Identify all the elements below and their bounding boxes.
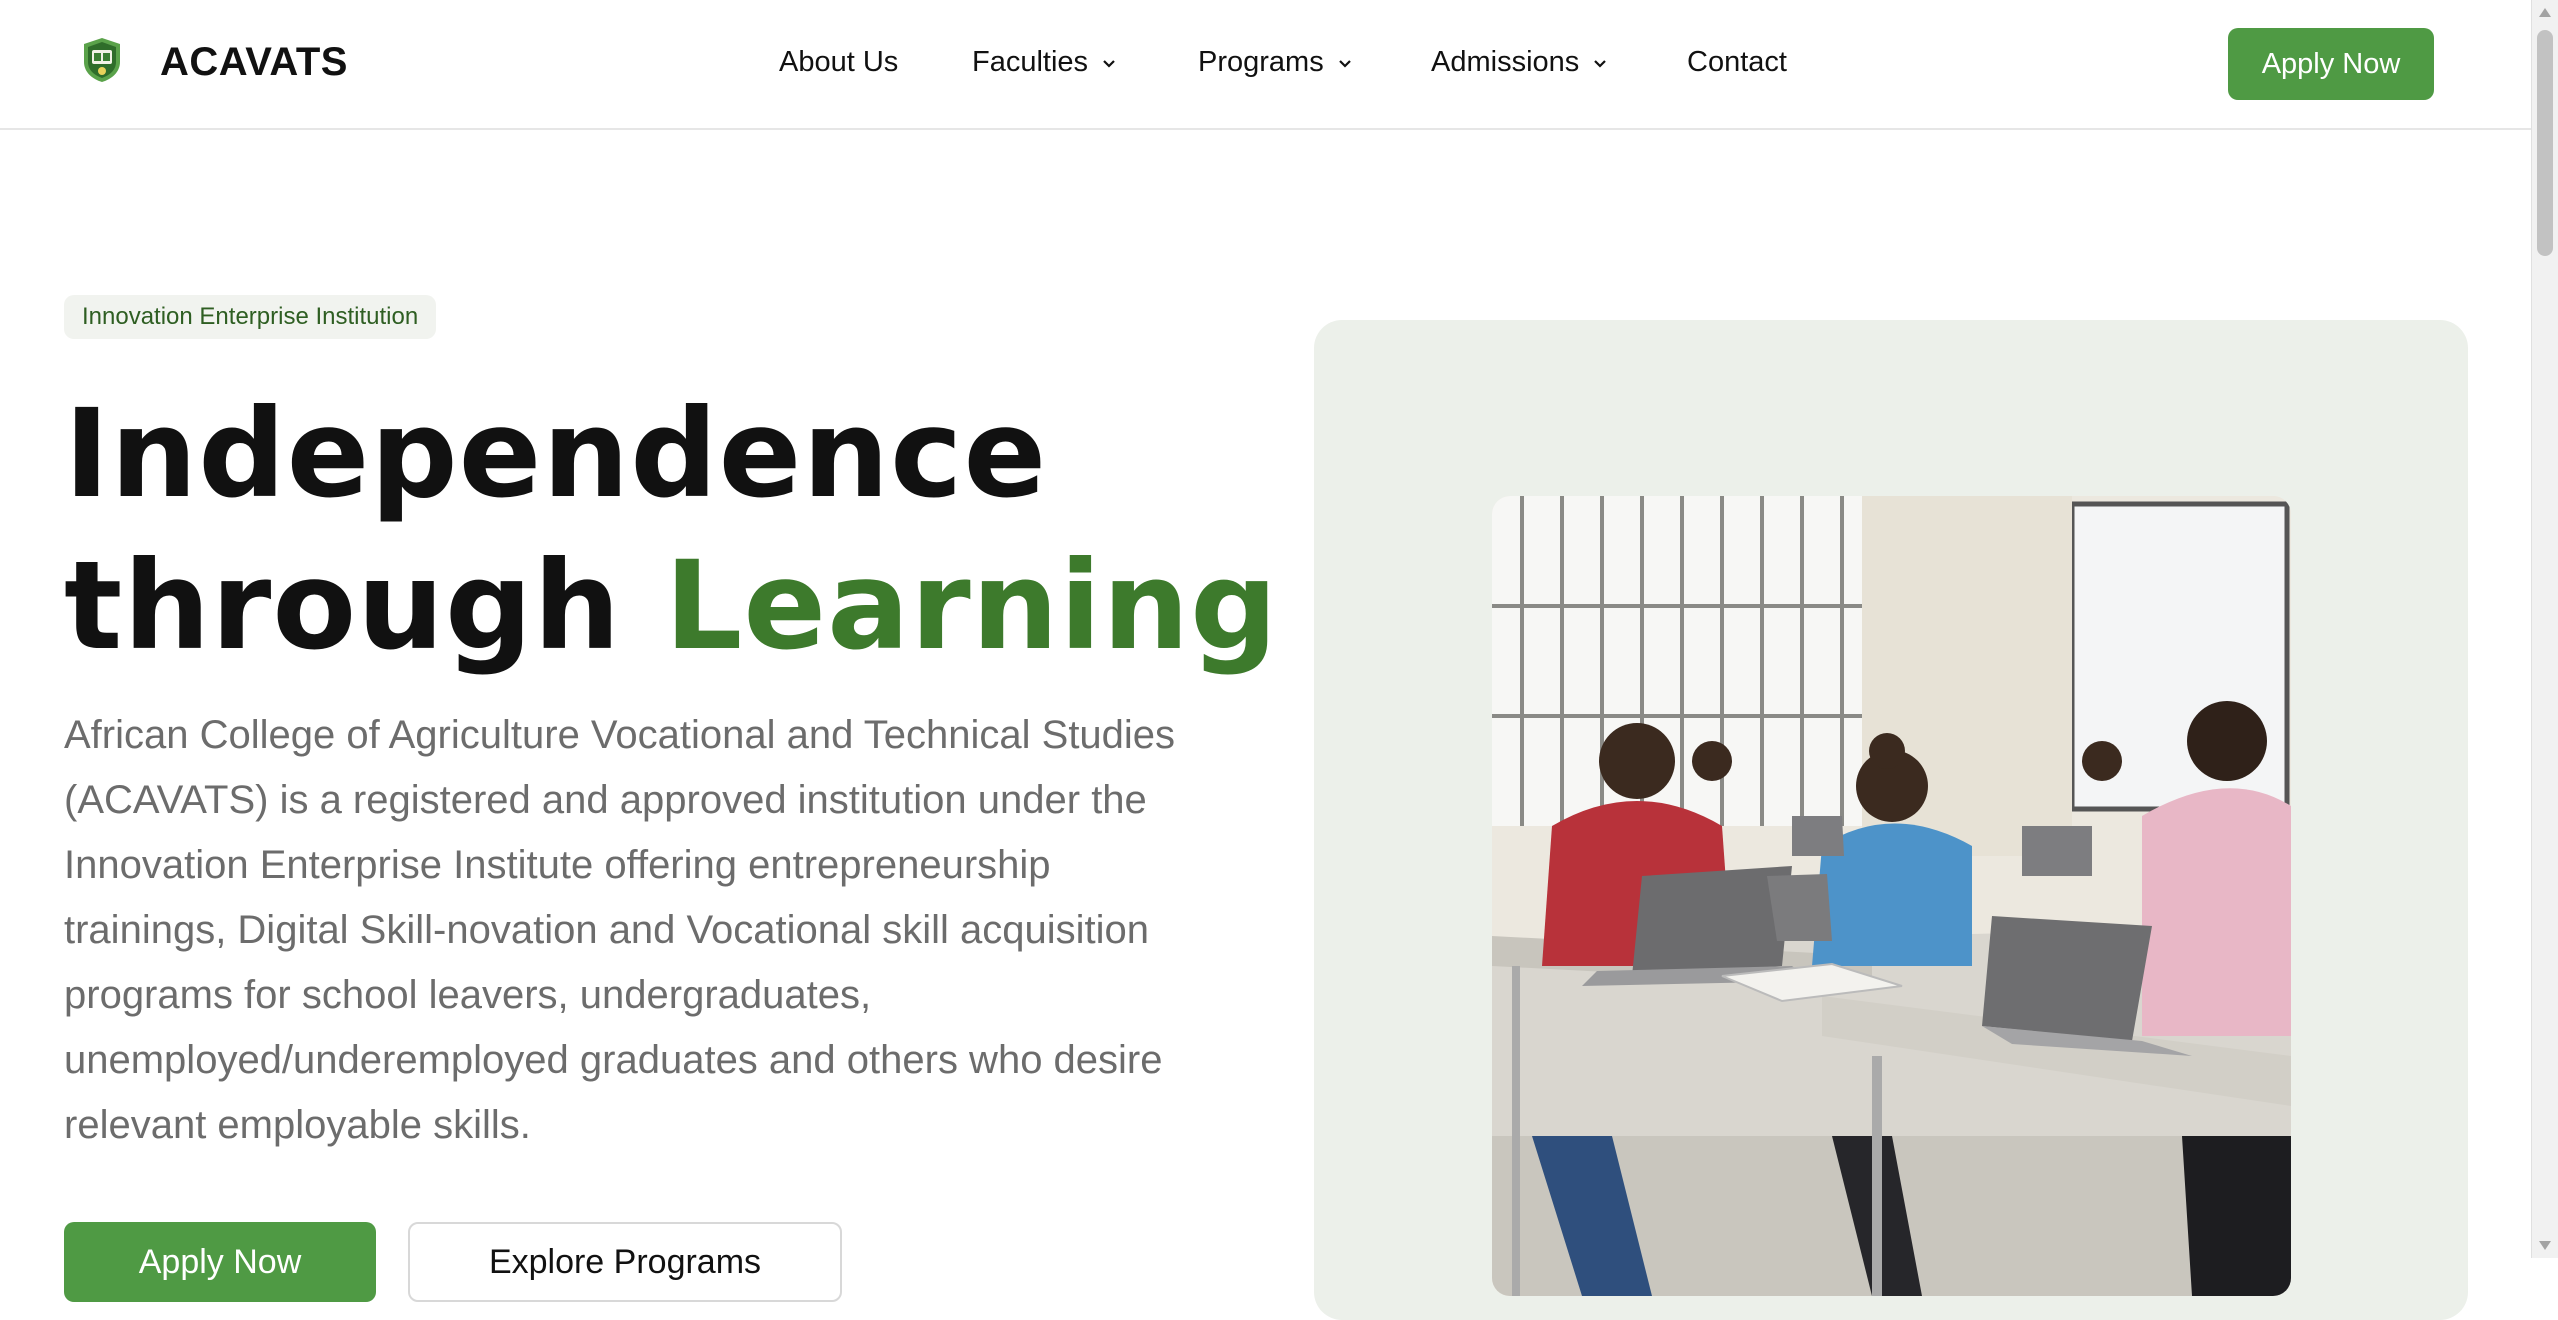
page-scrollbar[interactable]	[2531, 0, 2558, 1258]
nav-label: Faculties	[972, 46, 1089, 78]
explore-programs-button[interactable]: Explore Programs	[408, 1222, 842, 1302]
nav-admissions[interactable]: Admissions	[1431, 46, 1609, 79]
nav-programs[interactable]: Programs	[1198, 46, 1354, 79]
hero-description: African College of Agriculture Vocationa…	[64, 713, 1176, 1147]
nav-label: About Us	[779, 46, 899, 78]
nav-label: Contact	[1687, 46, 1787, 78]
headline-line2: through	[64, 535, 665, 677]
scroll-down-icon[interactable]	[2539, 1241, 2551, 1250]
nav-faculties[interactable]: Faculties	[972, 46, 1118, 79]
apply-now-button[interactable]: Apply Now	[64, 1222, 376, 1302]
chevron-down-icon	[1594, 59, 1607, 68]
nav-label: Programs	[1198, 46, 1324, 78]
headline-accent: Learning	[664, 535, 1279, 677]
scroll-up-icon[interactable]	[2539, 8, 2551, 17]
scroll-thumb[interactable]	[2537, 30, 2553, 256]
site-header: ACAVATS About Us Faculties Programs Admi…	[0, 0, 2532, 130]
main-nav: About Us Faculties Programs Admissions C…	[0, 46, 2532, 86]
nav-contact[interactable]: Contact	[1687, 46, 1787, 79]
headline-line1: Independence	[64, 383, 1048, 525]
apply-now-header-button[interactable]: Apply Now	[2228, 28, 2434, 100]
nav-about-us[interactable]: About Us	[779, 46, 898, 79]
classroom-photo	[1492, 496, 2291, 1296]
chevron-down-icon	[1103, 59, 1115, 68]
chevron-down-icon	[1338, 59, 1351, 68]
hero-headline: Independence through Learning	[64, 378, 1279, 682]
institution-badge: Innovation Enterprise Institution	[64, 295, 437, 339]
nav-label: Admissions	[1431, 46, 1580, 78]
